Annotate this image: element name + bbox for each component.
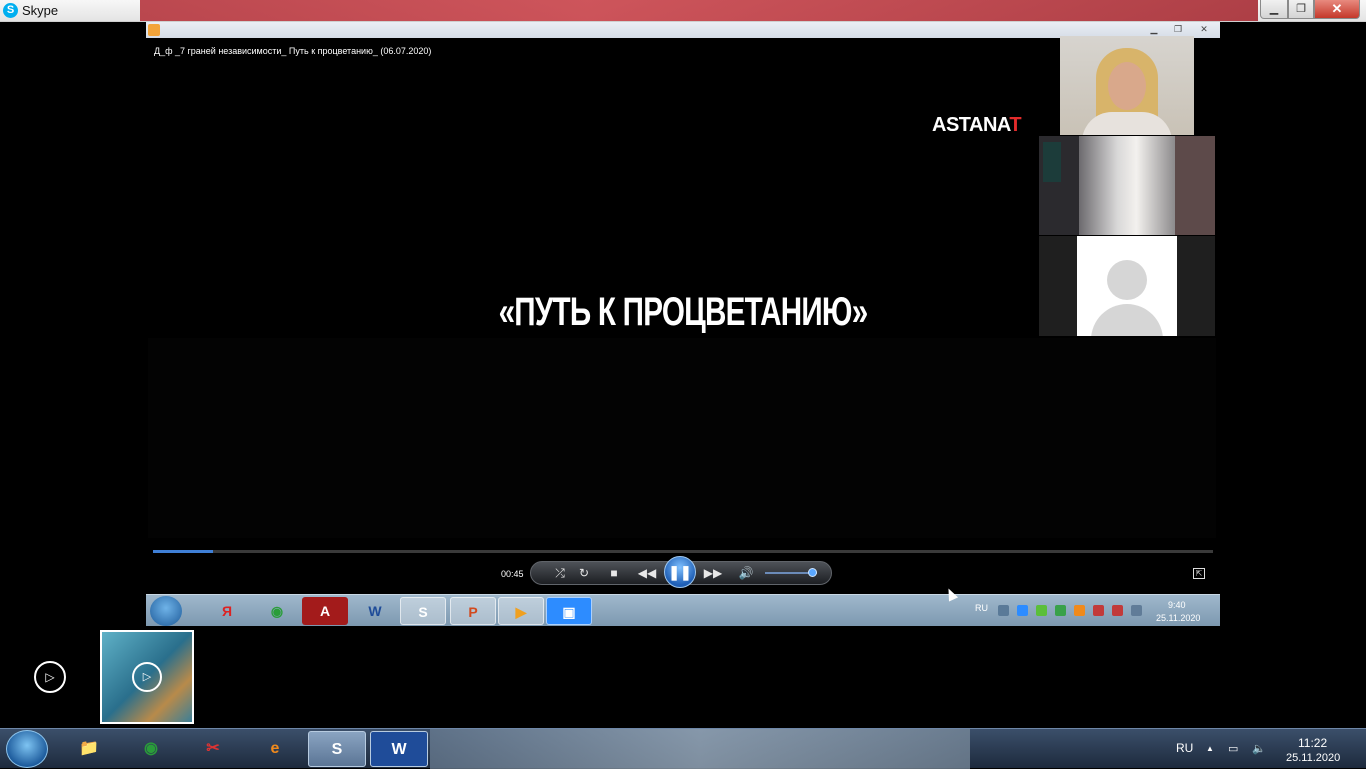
next-button[interactable]: ▶▶: [701, 563, 725, 583]
player-title-bar: ▁ ❐ ✕: [146, 22, 1220, 38]
remote-zoom-tray-icon[interactable]: [1017, 605, 1028, 616]
snipping-tool-icon[interactable]: ✂: [184, 731, 242, 767]
word-taskbar-icon[interactable]: W: [370, 731, 428, 767]
participant-face: [1108, 62, 1146, 110]
player-controls: ⤮ ↻ ■ ◀◀ ❚❚ ▶▶ 🔊: [530, 556, 832, 588]
minimize-icon: ▁: [1269, 3, 1279, 15]
play-button[interactable]: ▷: [34, 661, 66, 693]
video-thumbnail[interactable]: ▷: [100, 630, 194, 724]
shared-screen: ▁ ❐ ✕ Д_ф _7 граней независимости_ Путь …: [146, 22, 1220, 626]
channel-logo-main: ASTANA: [932, 114, 1010, 136]
close-icon: ✕: [1331, 1, 1343, 16]
local-taskbar: 📁 ◉ ✂ e S W RU ▲ ▭ 🔈 11:22 25.11.2020: [0, 728, 1366, 769]
skype-icon: S: [3, 3, 18, 18]
participant-video-woman[interactable]: [1060, 36, 1194, 135]
skype-title-bar: S Skype ▁ ❐ ✕: [0, 0, 1366, 22]
show-hidden-icons-icon[interactable]: ▲: [1206, 744, 1214, 753]
play-pause-button[interactable]: ❚❚: [664, 556, 696, 588]
stop-button[interactable]: ■: [605, 563, 623, 583]
remote-network-tray-icon[interactable]: [1093, 605, 1104, 616]
skype-taskbar-icon[interactable]: S: [308, 731, 366, 767]
language-indicator[interactable]: RU: [1176, 741, 1193, 755]
clock-time[interactable]: 11:22: [1298, 736, 1327, 750]
restore-button[interactable]: ❐: [1288, 0, 1314, 19]
seek-bar[interactable]: [153, 550, 1213, 553]
remote-zoom-icon[interactable]: ▣: [546, 597, 592, 625]
participant-body: [1082, 112, 1172, 135]
elapsed-time: 00:45: [501, 569, 524, 579]
remote-word-icon[interactable]: W: [352, 597, 398, 625]
player-restore-button[interactable]: ❐: [1168, 23, 1188, 36]
repeat-button[interactable]: ↻: [575, 563, 593, 583]
player-close-button[interactable]: ✕: [1194, 23, 1214, 36]
remote-acrobat-icon[interactable]: A: [302, 597, 348, 625]
mute-button[interactable]: 🔊: [737, 563, 755, 583]
switch-view-icon: ⇱: [1195, 569, 1203, 578]
minimize-button[interactable]: ▁: [1260, 0, 1288, 19]
channel-logo-accent: T: [1009, 114, 1022, 136]
participant-no-camera[interactable]: [1039, 236, 1215, 336]
repeat-icon: ↻: [578, 566, 590, 580]
explorer-icon[interactable]: 📁: [60, 731, 118, 767]
room-wall: [1175, 136, 1215, 235]
remote-skype-icon[interactable]: S: [400, 597, 446, 625]
start-button[interactable]: [6, 730, 48, 768]
volume-icon: 🔊: [738, 566, 754, 580]
clock-date[interactable]: 25.11.2020: [1286, 752, 1340, 764]
remote-taskbar: Я ◉ A W S P ▶ ▣ RU 9:40 25.11.2020: [146, 594, 1220, 626]
shuffle-icon: ⤮: [555, 566, 565, 580]
switch-to-library-button[interactable]: ⇱: [1193, 568, 1205, 579]
room-monitor: [1043, 142, 1061, 182]
player-minimize-button[interactable]: ▁: [1144, 23, 1164, 36]
remote-check-tray-icon[interactable]: [1055, 605, 1066, 616]
participant-video-room[interactable]: [1039, 136, 1215, 235]
remote-powerpoint-icon[interactable]: P: [450, 597, 496, 625]
remote-app-tray-icon[interactable]: [1036, 605, 1047, 616]
remote-monitor-tray-icon[interactable]: [1131, 605, 1142, 616]
video-frame: [148, 338, 1216, 538]
remote-clock-time[interactable]: 9:40: [1168, 600, 1186, 610]
browser-e-icon[interactable]: e: [246, 731, 304, 767]
volume-icon[interactable]: 🔈: [1252, 742, 1266, 755]
shuffle-button[interactable]: ⤮: [551, 563, 569, 583]
avatar-head-icon: [1107, 260, 1147, 300]
play-icon: ▷: [45, 670, 55, 684]
remote-language-indicator[interactable]: RU: [975, 603, 988, 613]
remote-volume-tray-icon[interactable]: [998, 605, 1009, 616]
close-button[interactable]: ✕: [1314, 0, 1360, 19]
previous-button[interactable]: ◀◀: [635, 563, 659, 583]
window-title: Skype: [22, 3, 59, 18]
taskbar-background: [430, 729, 970, 769]
seek-bar-fill: [153, 550, 214, 553]
restore-icon: ❐: [1296, 3, 1306, 15]
remote-start-button[interactable]: [150, 596, 182, 626]
media-player-icon: [148, 24, 160, 36]
remote-media-player-icon[interactable]: ▶: [498, 597, 544, 625]
remote-power-tray-icon[interactable]: [1112, 605, 1123, 616]
remote-yandex-icon[interactable]: Я: [204, 597, 250, 625]
remote-update-tray-icon[interactable]: [1074, 605, 1085, 616]
pause-icon: ❚❚: [668, 564, 692, 580]
thumbnail-play-icon: ▷: [132, 662, 162, 692]
network-icon[interactable]: ▭: [1228, 742, 1238, 755]
fast-forward-icon: ▶▶: [703, 566, 723, 580]
remote-clock-date[interactable]: 25.11.2020: [1156, 613, 1200, 623]
channel-logo: ASTANAT: [932, 114, 1022, 137]
rewind-icon: ◀◀: [637, 566, 657, 580]
stop-icon: ■: [610, 566, 618, 580]
video-caption: «ПУТЬ К ПРОЦВЕТАНИЮ»: [498, 290, 869, 334]
video-title: Д_ф _7 граней независимости_ Путь к проц…: [154, 46, 432, 56]
title-bar-decoration: [140, 0, 1258, 21]
chrome-icon[interactable]: ◉: [122, 731, 180, 767]
volume-slider-handle[interactable]: [807, 568, 817, 577]
remote-chrome-icon[interactable]: ◉: [254, 597, 300, 625]
room-curtain: [1079, 136, 1175, 235]
